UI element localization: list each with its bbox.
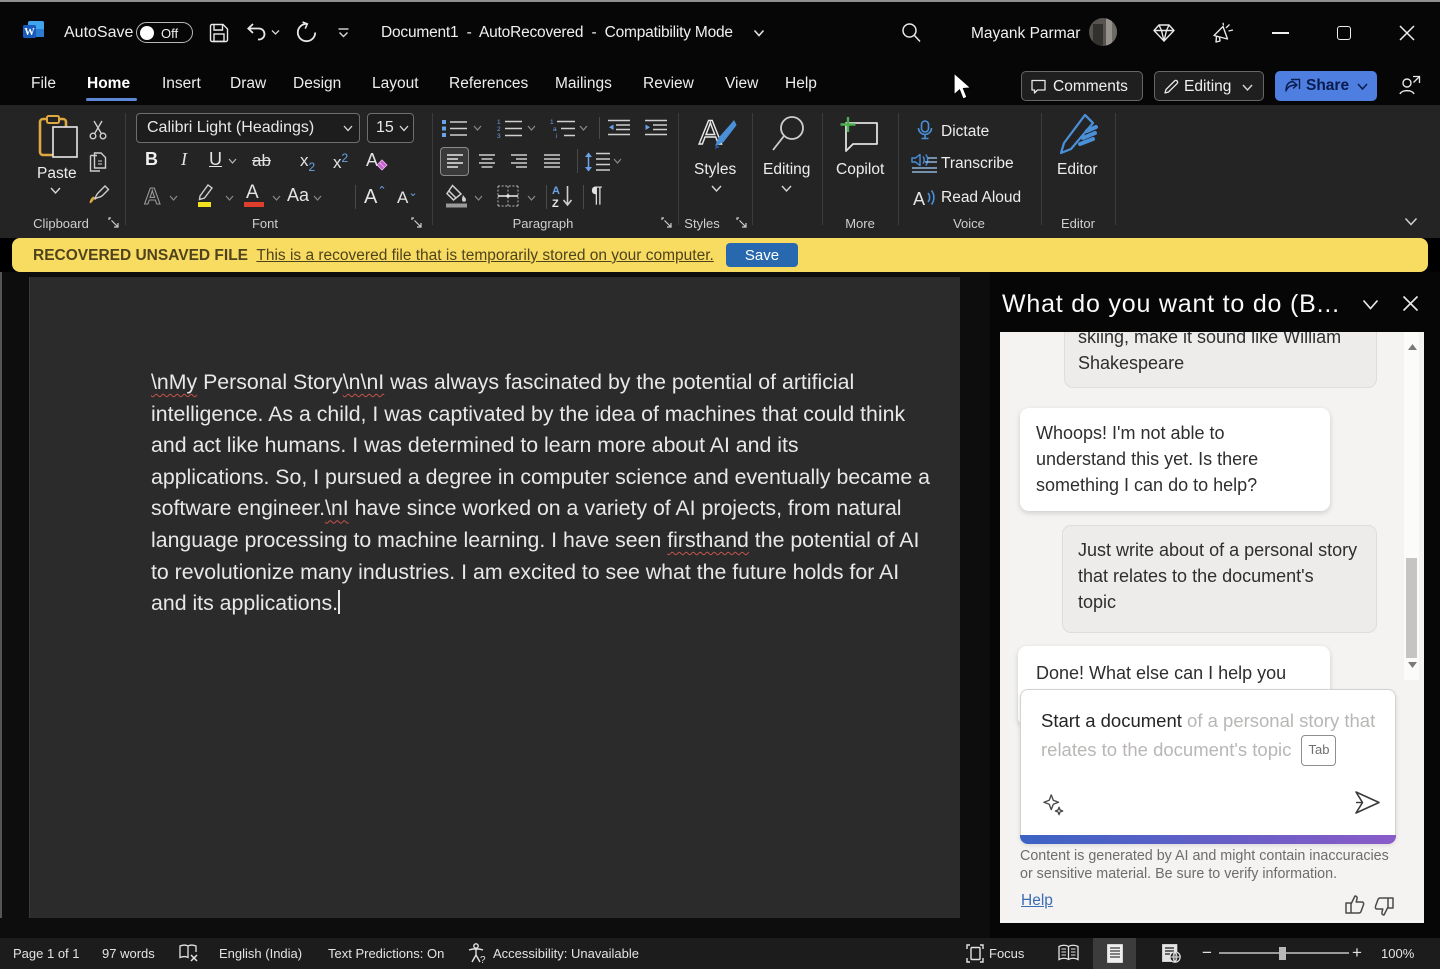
svg-text:Z: Z [552, 198, 559, 209]
svg-text:1: 1 [550, 119, 554, 126]
svg-text:W: W [24, 27, 35, 38]
svg-text:i: i [556, 133, 557, 138]
svg-text:A: A [366, 150, 378, 170]
svg-text:a: a [553, 126, 557, 133]
svg-text:A: A [913, 189, 925, 208]
svg-text:A: A [144, 184, 161, 208]
svg-text:1: 1 [497, 119, 501, 126]
svg-text:?: ? [480, 955, 486, 964]
svg-text:2: 2 [497, 126, 501, 133]
svg-text:3: 3 [497, 133, 501, 138]
svg-text:A: A [552, 185, 560, 197]
